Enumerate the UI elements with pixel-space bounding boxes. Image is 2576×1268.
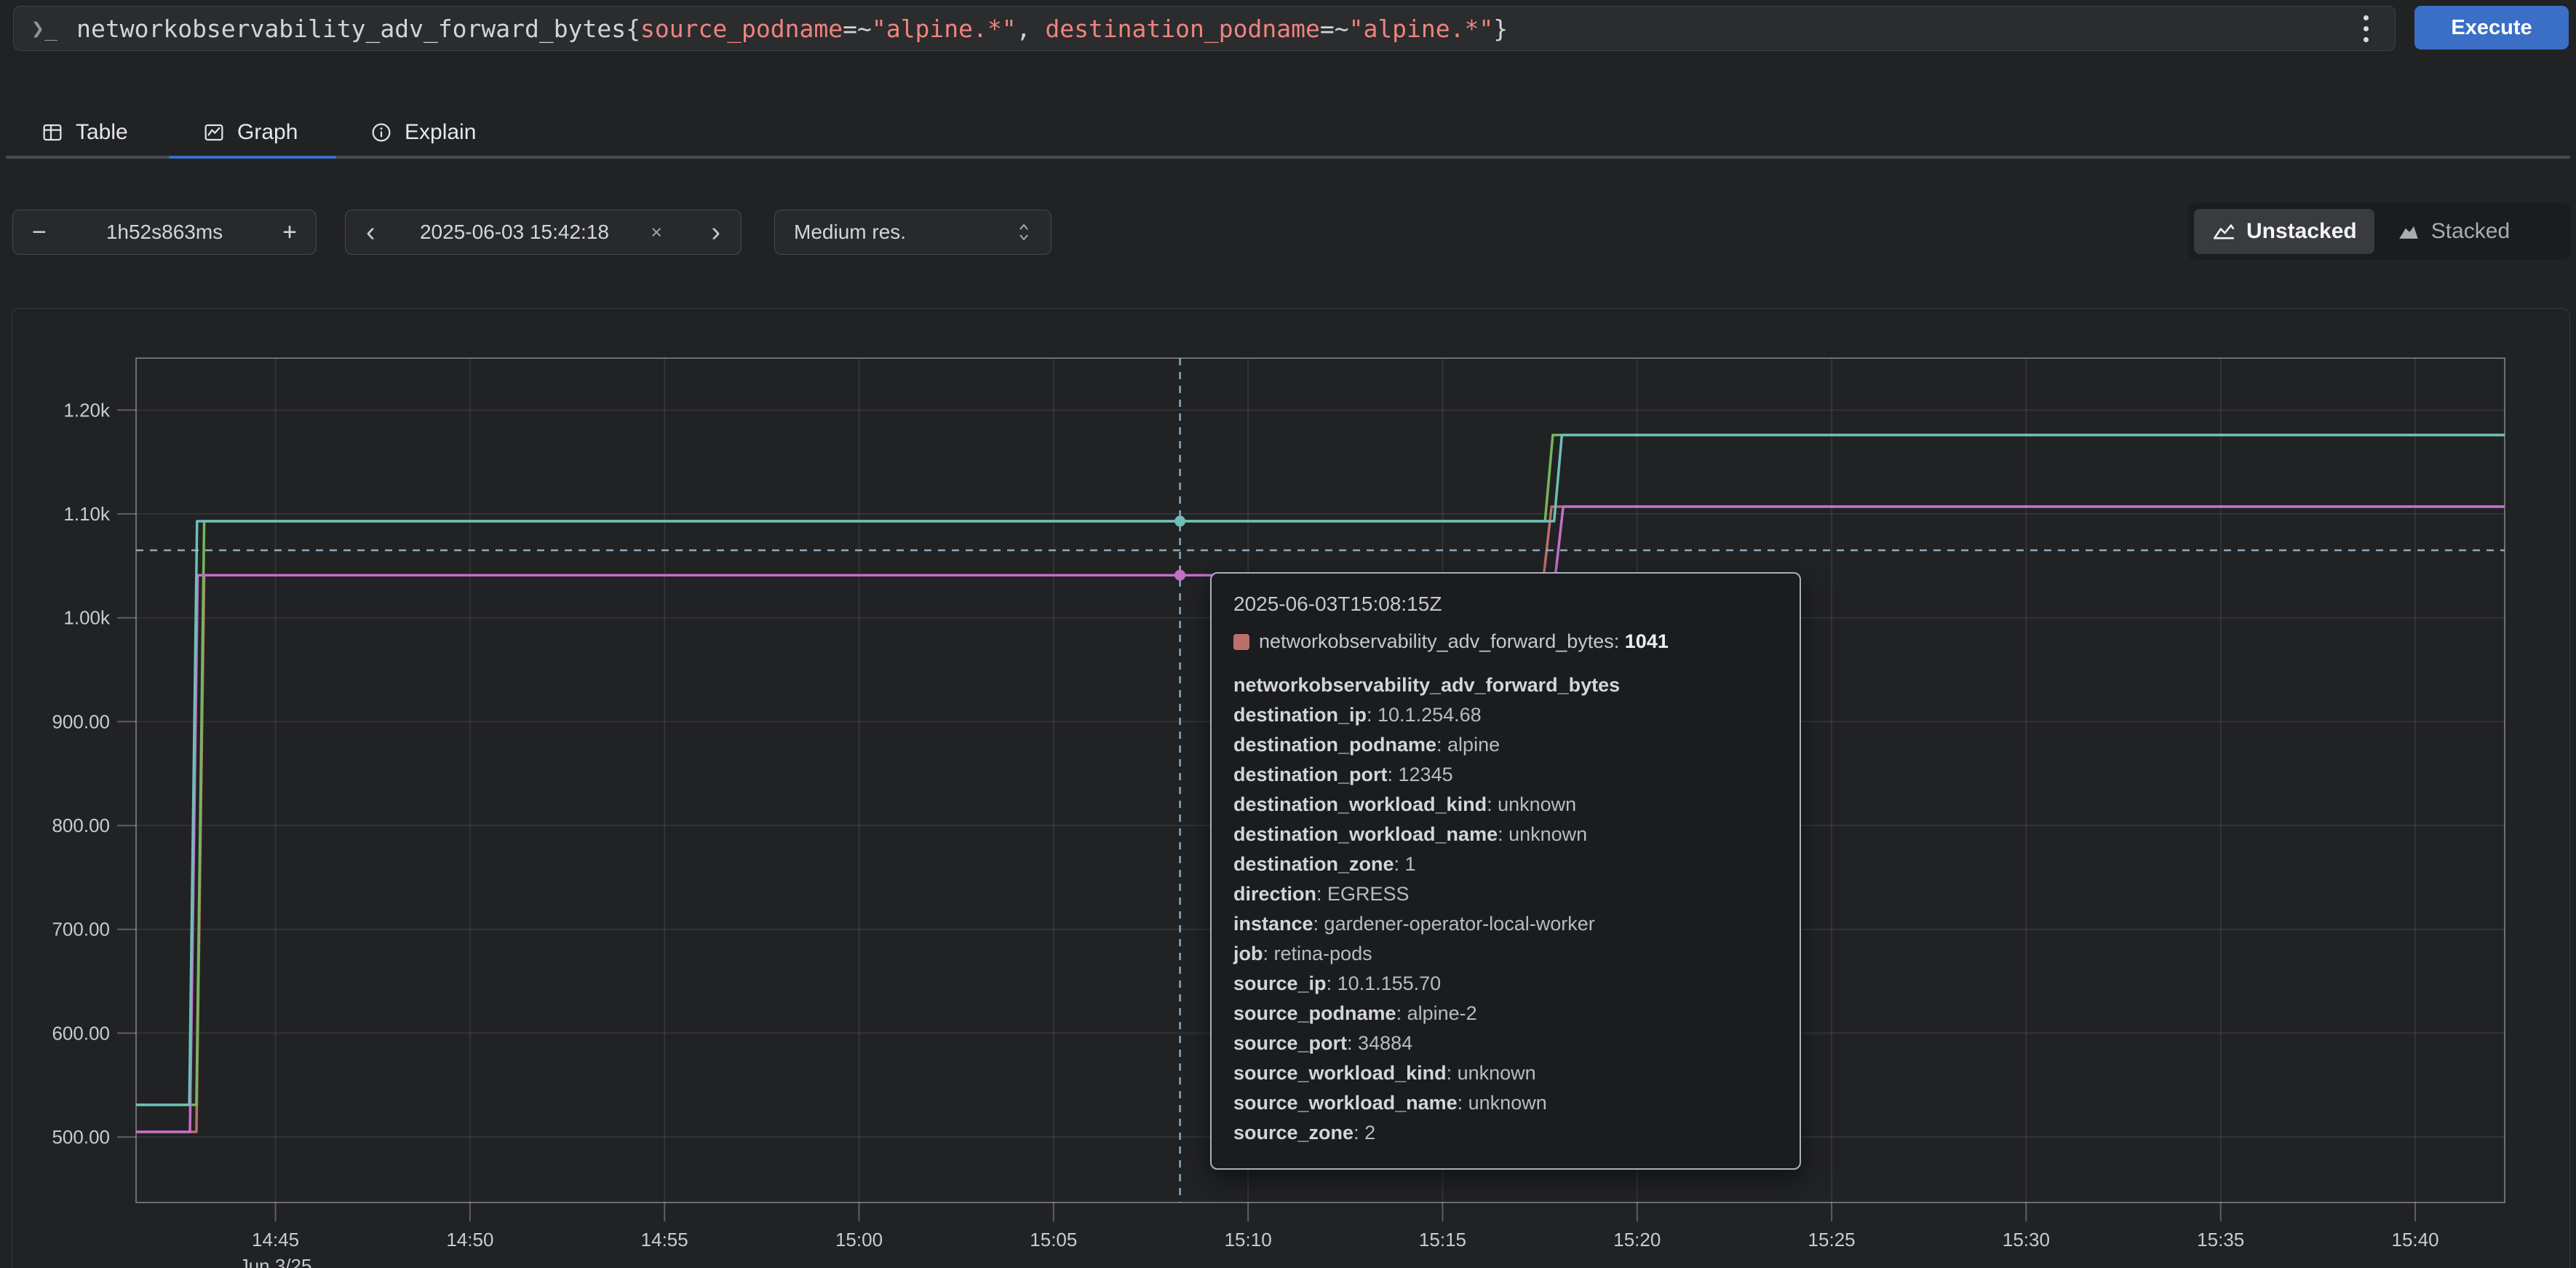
y-axis-label: 900.00 <box>52 710 110 732</box>
prometheus-graph-page: ❯_ networkobservability_adv_forward_byte… <box>0 0 2576 1268</box>
tooltip-label: source_podname: alpine-2 <box>1233 999 1778 1029</box>
y-axis-label: 1.20k <box>63 399 111 421</box>
tooltip-series-text: networkobservability_adv_forward_bytes: … <box>1259 630 1669 653</box>
x-axis-label: 15:35 <box>2197 1229 2244 1251</box>
x-axis-label: 14:55 <box>641 1229 688 1251</box>
y-axis-label: 800.00 <box>52 815 110 836</box>
tooltip-series-row: networkobservability_adv_forward_bytes: … <box>1233 630 1778 653</box>
tooltip-label: destination_ip: 10.1.254.68 <box>1233 700 1778 730</box>
y-axis-label: 600.00 <box>52 1022 110 1044</box>
chart-tooltip: 2025-06-03T15:08:15Z networkobservabilit… <box>1210 572 1801 1170</box>
x-axis-label: 15:30 <box>2003 1229 2050 1251</box>
tooltip-label: destination_podname: alpine <box>1233 730 1778 760</box>
hover-point <box>1174 516 1185 527</box>
hover-point <box>1174 570 1185 581</box>
tooltip-label: source_workload_name: unknown <box>1233 1088 1778 1118</box>
y-axis-label: 1.10k <box>63 503 111 525</box>
x-axis-date-label: Jun 3/25 <box>239 1255 312 1268</box>
x-axis-label: 15:15 <box>1419 1229 1466 1251</box>
y-axis-label: 500.00 <box>52 1126 110 1148</box>
x-axis-label: 15:25 <box>1808 1229 1856 1251</box>
y-axis-label: 700.00 <box>52 919 110 940</box>
x-axis-label: 15:05 <box>1030 1229 1077 1251</box>
tooltip-labels: networkobservability_adv_forward_bytesde… <box>1233 670 1778 1148</box>
tooltip-timestamp: 2025-06-03T15:08:15Z <box>1233 593 1778 616</box>
tooltip-label: destination_zone: 1 <box>1233 849 1778 879</box>
tooltip-label: instance: gardener-operator-local-worker <box>1233 909 1778 939</box>
tooltip-label: networkobservability_adv_forward_bytes <box>1233 670 1778 700</box>
tooltip-label: destination_port: 12345 <box>1233 760 1778 790</box>
tooltip-label: source_zone: 2 <box>1233 1118 1778 1148</box>
x-axis-label: 15:40 <box>2391 1229 2438 1251</box>
series-color-swatch <box>1233 634 1249 650</box>
x-axis-label: 14:45 <box>252 1229 299 1251</box>
x-axis-label: 15:00 <box>835 1229 883 1251</box>
tooltip-label: destination_workload_name: unknown <box>1233 820 1778 849</box>
x-axis-label: 15:20 <box>1613 1229 1661 1251</box>
x-axis-label: 15:10 <box>1225 1229 1272 1251</box>
x-axis-label: 14:50 <box>446 1229 493 1251</box>
tooltip-label: source_port: 34884 <box>1233 1029 1778 1058</box>
tooltip-label: direction: EGRESS <box>1233 879 1778 909</box>
tooltip-label: source_ip: 10.1.155.70 <box>1233 969 1778 999</box>
y-axis-label: 1.00k <box>63 607 111 629</box>
tooltip-label: job: retina-pods <box>1233 939 1778 969</box>
tooltip-label: destination_workload_kind: unknown <box>1233 790 1778 820</box>
tooltip-label: source_workload_kind: unknown <box>1233 1058 1778 1088</box>
